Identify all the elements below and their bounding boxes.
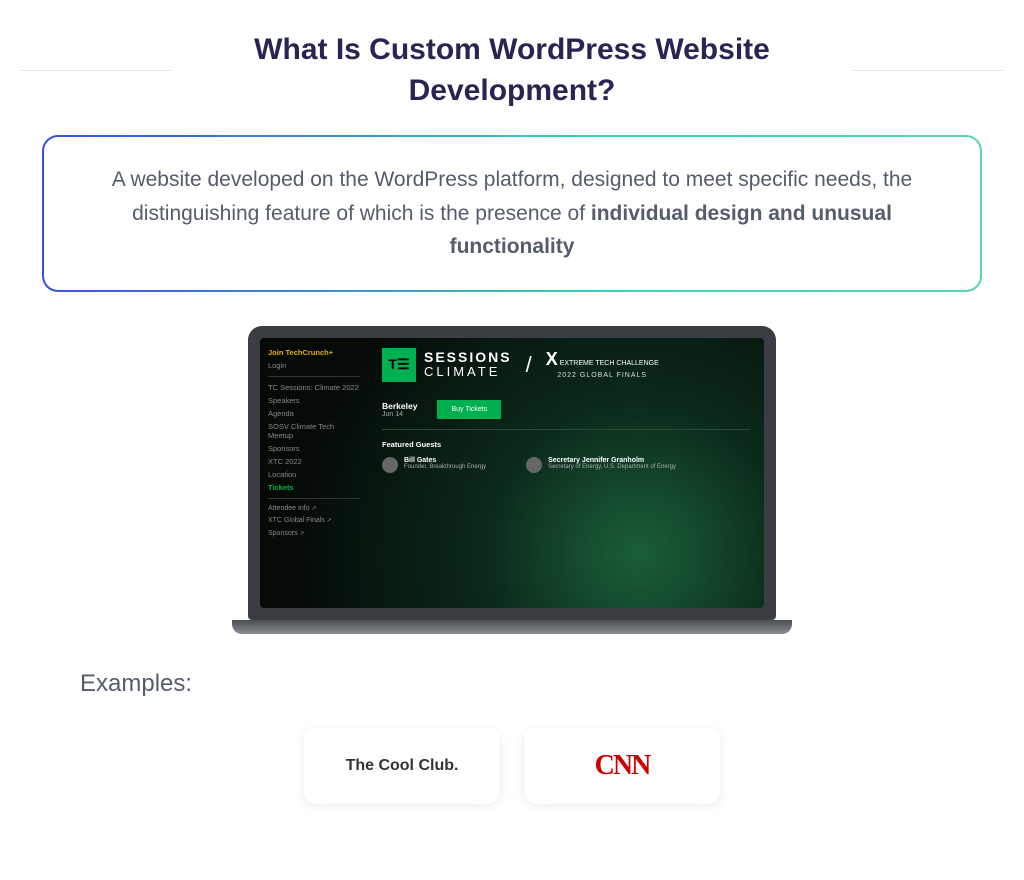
hero-line: T☰ SESSIONS CLIMATE / X EXTREME TECH CHA… [382, 348, 750, 382]
page-title: What Is Custom WordPress Website Develop… [202, 30, 822, 111]
sidebar-item[interactable]: Sponsors [268, 444, 360, 453]
climate-text: CLIMATE [424, 364, 512, 379]
example-label: The Cool Club. [346, 757, 459, 775]
sidebar-item[interactable]: Location [268, 470, 360, 479]
definition-text: A website developed on the WordPress pla… [44, 137, 980, 290]
sidebar-external-link[interactable]: Sponsors [268, 530, 360, 538]
sidebar-item[interactable]: XTC 2022 [268, 457, 360, 466]
slash-divider: / [526, 352, 532, 378]
location-date: Jun 14 [382, 411, 417, 418]
divider-left [20, 70, 172, 71]
xtc-sub: 2022 GLOBAL FINALS [546, 372, 659, 380]
laptop-frame: Join TechCrunch+ Login TC Sessions: Clim… [248, 326, 776, 620]
example-card-coolclub[interactable]: The Cool Club. [304, 728, 500, 804]
laptop-screen: Join TechCrunch+ Login TC Sessions: Clim… [260, 338, 764, 608]
sidebar-external-link[interactable]: XTC Global Finals [268, 517, 360, 525]
sidebar-external-link[interactable]: Attendee Info [268, 505, 360, 513]
examples-row: The Cool Club. CNN [20, 728, 1004, 804]
featured-guests-title: Featured Guests [382, 440, 750, 449]
avatar-icon [526, 457, 542, 473]
guest-card: Bill Gates Founder, Breakthrough Energy [382, 457, 486, 473]
cnn-logo: CNN [595, 750, 650, 782]
featured-guests-row: Featured Guests Bill Gates Founder, Brea… [382, 440, 750, 473]
sidebar-item[interactable]: Speakers [268, 396, 360, 405]
sidebar-item-active[interactable]: Tickets [268, 483, 360, 492]
examples-label: Examples: [80, 670, 1004, 698]
login-link[interactable]: Login [268, 361, 360, 370]
title-row: What Is Custom WordPress Website Develop… [20, 30, 1004, 111]
sessions-text: SESSIONS [424, 350, 512, 364]
x-icon: X [546, 349, 558, 369]
sidebar-item[interactable]: TC Sessions: Climate 2022 [268, 383, 360, 392]
divider-right [852, 70, 1004, 71]
definition-box: A website developed on the WordPress pla… [42, 135, 982, 292]
avatar-icon [382, 457, 398, 473]
sidebar-item[interactable]: SOSV Climate Tech Meetup [268, 422, 360, 440]
location-block: Berkeley Jun 14 [382, 401, 417, 418]
laptop-mockup: Join TechCrunch+ Login TC Sessions: Clim… [248, 326, 776, 634]
location-row: Berkeley Jun 14 Buy Tickets [382, 400, 750, 430]
xtc-title: EXTREME TECH CHALLENGE [560, 360, 659, 367]
guest-role: Secretary of Energy, U.S. Department of … [548, 464, 676, 471]
guests-list: Bill Gates Founder, Breakthrough Energy … [382, 457, 750, 473]
laptop-base [232, 620, 792, 634]
guest-card: Secretary Jennifer Granholm Secretary of… [526, 457, 676, 473]
site-content: T☰ SESSIONS CLIMATE / X EXTREME TECH CHA… [368, 338, 764, 608]
site-sidebar: Join TechCrunch+ Login TC Sessions: Clim… [260, 338, 368, 608]
hero-title: SESSIONS CLIMATE [424, 350, 512, 379]
location-city: Berkeley [382, 401, 417, 411]
guest-role: Founder, Breakthrough Energy [404, 464, 486, 471]
sidebar-item[interactable]: Agenda [268, 409, 360, 418]
guest-name: Bill Gates [404, 457, 486, 464]
buy-tickets-button[interactable]: Buy Tickets [437, 400, 501, 419]
join-link[interactable]: Join TechCrunch+ [268, 348, 360, 357]
tc-logo-icon: T☰ [382, 348, 416, 382]
guest-name: Secretary Jennifer Granholm [548, 457, 676, 464]
xtc-block: X EXTREME TECH CHALLENGE 2022 GLOBAL FIN… [546, 350, 659, 379]
example-card-cnn[interactable]: CNN [524, 728, 720, 804]
